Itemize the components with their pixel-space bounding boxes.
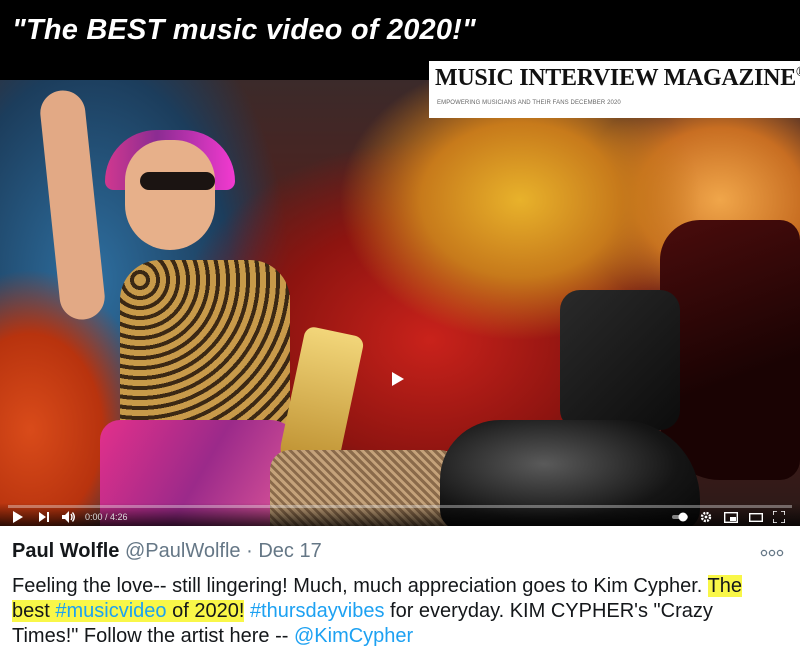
magazine-logo: MUSIC INTERVIEW MAGAZINE® EMPOWERING MUS… (429, 61, 800, 118)
tweet: Paul Wolfle @PaulWolfle · Dec 17 Feeling… (0, 526, 800, 669)
video-figure (140, 172, 215, 190)
tweet-text-part: Feeling the love-- still lingering! Much… (12, 575, 708, 597)
autoplay-toggle-icon[interactable] (672, 511, 690, 523)
video-player[interactable] (0, 80, 800, 526)
registered-mark: ® (796, 65, 800, 80)
miniplayer-icon[interactable] (724, 511, 738, 523)
center-play-icon[interactable] (383, 367, 413, 391)
video-motorcycle (660, 220, 800, 480)
volume-icon[interactable] (62, 511, 76, 523)
player-controls: 0:00 / 4:26 (0, 503, 800, 526)
tweet-text-part: of 2020! (166, 600, 245, 622)
hashtag-musicvideo[interactable]: #musicvideo (55, 600, 166, 622)
separator-dot: · (246, 540, 253, 562)
magazine-subtitle: EMPOWERING MUSICIANS AND THEIR FANS DECE… (437, 100, 621, 106)
next-icon[interactable] (38, 511, 50, 523)
magazine-title: MUSIC INTERVIEW MAGAZINE (435, 65, 796, 91)
author-handle[interactable]: @PaulWolfle (125, 540, 241, 562)
theater-icon[interactable] (749, 511, 763, 523)
progress-bar[interactable] (8, 505, 792, 508)
time-display: 0:00 / 4:26 (85, 512, 128, 522)
video-motorcycle (560, 290, 680, 430)
video-figure (38, 88, 107, 322)
tweet-text: Feeling the love-- still lingering! Much… (12, 574, 782, 649)
play-icon[interactable] (12, 511, 24, 523)
banner-quote: "The BEST music video of 2020!" (12, 14, 476, 46)
settings-icon[interactable] (700, 511, 712, 523)
fullscreen-icon[interactable] (773, 511, 785, 523)
tweet-date[interactable]: Dec 17 (258, 540, 321, 562)
hashtag-thursdayvibes[interactable]: #thursdayvibes (250, 600, 385, 622)
tweet-header: Paul Wolfle @PaulWolfle · Dec 17 (12, 540, 322, 563)
mention-kimcypher[interactable]: @KimCypher (294, 625, 413, 647)
more-options-icon[interactable] (760, 544, 784, 562)
video-figure (125, 140, 215, 250)
author-name[interactable]: Paul Wolfle (12, 540, 119, 562)
